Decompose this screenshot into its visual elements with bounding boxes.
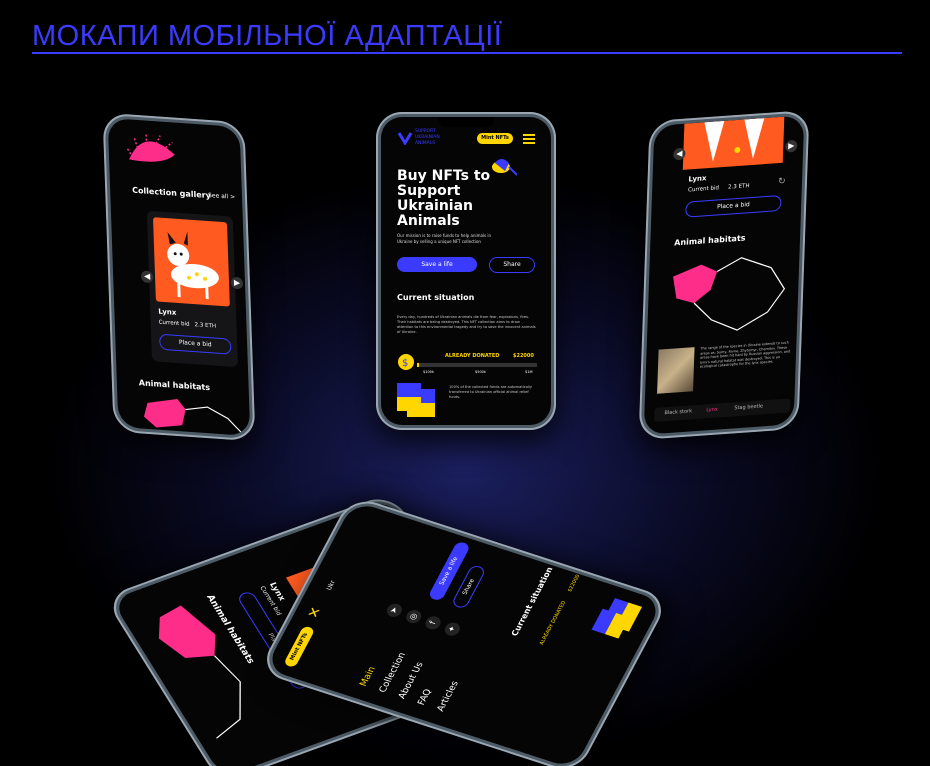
donated-value: $22000	[566, 573, 582, 593]
scale-mark-3: $1M	[525, 370, 533, 374]
brand-name-1: SUPPORT	[415, 129, 436, 134]
phone-left: Collection gallery See all > Lynx Curren…	[102, 112, 256, 442]
phone-center: SUPPORT UKRAINIAN ANIMALS Mint NFTs Buy …	[376, 112, 556, 430]
donated-label: ALREADY DONATED	[445, 353, 500, 359]
save-life-button[interactable]: Save a life	[397, 257, 477, 272]
hero-title: Buy NFTs to Support Ukrainian Animals	[397, 168, 491, 229]
refresh-icon[interactable]: ↻	[778, 177, 786, 188]
logo-icon	[397, 132, 413, 145]
mint-nfts-button[interactable]: Mint NFTs	[477, 133, 513, 144]
mint-nfts-button[interactable]: Mint NFTs	[283, 625, 316, 669]
card-bid-value: 2.3 ETH	[194, 322, 217, 330]
phone-center-screen: SUPPORT UKRAINIAN ANIMALS Mint NFTs Buy …	[381, 117, 551, 425]
hamburger-menu-icon[interactable]	[523, 134, 535, 144]
page-title: МОКАПИ МОБІЛЬНОЇ АДАПТАЦІЇ	[32, 20, 503, 52]
mockup-stage: МОКАПИ МОБІЛЬНОЇ АДАПТАЦІЇ Collection ga…	[0, 0, 930, 766]
donated-value: $22000	[513, 353, 534, 359]
ukraine-flag-graphic	[397, 383, 435, 417]
place-bid-button[interactable]: Place a bid	[685, 194, 782, 218]
notch	[438, 117, 494, 127]
prev-arrow-icon[interactable]: ◀	[140, 270, 154, 284]
menu-item-main[interactable]: Main	[358, 666, 378, 688]
share-button[interactable]: Share	[489, 257, 535, 273]
lynx-icon	[167, 231, 219, 300]
habitats-title: Animal habitats	[674, 233, 746, 248]
card-name: Lynx	[688, 174, 707, 184]
donation-progress-track	[417, 363, 537, 367]
title-underline	[32, 52, 902, 54]
species-tab-2[interactable]: Lynx	[706, 407, 718, 414]
donation-progress-fill	[417, 363, 420, 367]
dollar-coin-icon: $	[398, 354, 414, 370]
social-icon-facebook[interactable]: f	[423, 614, 444, 632]
card-bid-label: Current bid	[158, 319, 190, 328]
phone-left-screen: Collection gallery See all > Lynx Curren…	[107, 117, 251, 437]
species-text: The range of the species in Ukraine exte…	[699, 340, 791, 370]
card-bid-label: Current bid	[687, 185, 720, 194]
gallery-title: Collection gallery	[131, 185, 211, 201]
lynx-artwork-top	[682, 116, 785, 170]
svg-text:$: $	[402, 358, 408, 369]
next-arrow-icon[interactable]: ▶	[230, 276, 244, 290]
hedgehog-illustration	[126, 134, 175, 162]
hero-text: Our mission is to raise funds to help an…	[397, 233, 492, 244]
phone-right-screen: ◀ ▶ Lynx Current bid 2.3 ETH ↻ Place a b…	[643, 115, 805, 435]
phone-right: ◀ ▶ Lynx Current bid 2.3 ETH ↻ Place a b…	[638, 109, 810, 441]
ukraine-habitat-map	[673, 257, 786, 331]
lynx-icon	[704, 118, 765, 162]
menu-item-faq[interactable]: FAQ	[416, 688, 434, 707]
funds-text: 100% of the collected funds are automati…	[449, 385, 533, 399]
place-bid-button[interactable]: Place a bid	[159, 333, 232, 355]
scale-mark-1: $100k	[423, 370, 434, 374]
social-icon-instagram[interactable]: ◎	[403, 608, 424, 625]
card-bid-value: 2.3 ETH	[727, 183, 750, 191]
brand-name-3: ANIMALS	[415, 141, 436, 146]
menu-item-articles[interactable]: Articles	[436, 680, 461, 713]
close-icon[interactable]: ✕	[305, 605, 326, 620]
social-icon-telegram[interactable]: ➤	[384, 601, 405, 619]
lynx-photo	[657, 347, 695, 394]
ukraine-flag-graphic	[591, 598, 643, 639]
next-arrow-icon[interactable]: ▶	[785, 139, 798, 153]
scale-mark-2: $500k	[475, 370, 486, 374]
situation-title: Current situation	[397, 293, 475, 302]
see-all-link[interactable]: See all >	[208, 192, 235, 201]
card-name: Lynx	[158, 307, 177, 317]
habitat-map	[143, 398, 243, 434]
habitats-title: Animal habitats	[138, 378, 211, 393]
social-icon-twitter[interactable]: ✦	[442, 620, 463, 638]
lynx-artwork	[152, 217, 230, 307]
nft-card[interactable]: Lynx Current bid 2.3 ETH Place a bid	[146, 210, 238, 368]
brand-name-2: UKRAINIAN	[415, 135, 440, 140]
donated-label: ALREADY DONATED	[538, 600, 568, 646]
language-switch[interactable]: Ukr	[325, 580, 337, 591]
situation-text: Every day, hundreds of Ukrainian animals…	[397, 315, 536, 334]
